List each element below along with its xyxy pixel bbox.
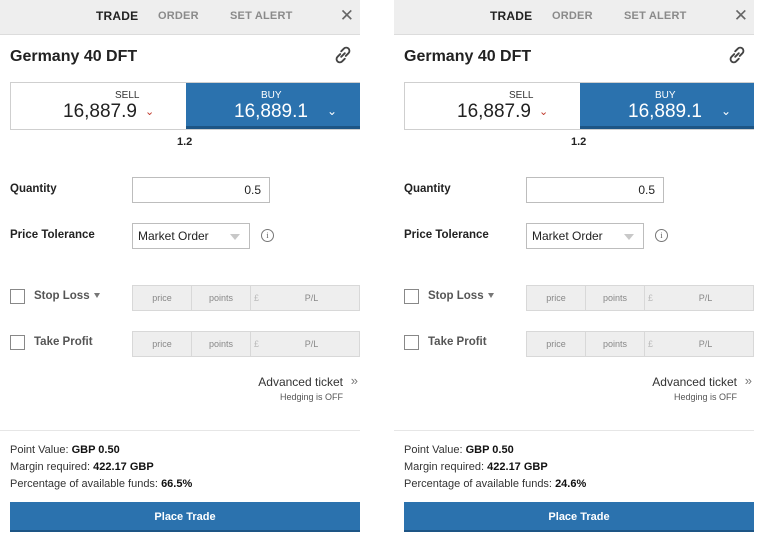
take-profit-price-input[interactable]: price <box>133 332 192 356</box>
stop-loss-label[interactable]: Stop Loss <box>428 290 494 302</box>
sell-label: SELL <box>115 90 140 101</box>
hedging-status: Hedging is OFF <box>279 392 343 402</box>
tab-bar: TRADE ORDER SET ALERT ✕ <box>394 0 754 35</box>
price-tolerance-select[interactable]: Market Order <box>132 223 250 249</box>
take-profit-pl-input[interactable]: P/L <box>264 332 359 356</box>
take-profit-checkbox[interactable] <box>10 335 25 350</box>
sell-button[interactable]: SELL 16,887.9 ⌄ <box>405 83 580 129</box>
caret-down-icon <box>624 234 634 240</box>
quantity-input[interactable]: 0.5 <box>526 177 664 203</box>
tab-bar: TRADE ORDER SET ALERT ✕ <box>0 0 360 35</box>
buy-label: BUY <box>655 90 676 101</box>
stop-loss-price-input[interactable]: price <box>527 286 586 310</box>
divider <box>394 430 754 431</box>
chevron-down-icon: ⌄ <box>721 104 732 118</box>
stop-loss-pl-input[interactable]: P/L <box>264 286 359 310</box>
sell-label: SELL <box>509 90 534 101</box>
currency-symbol: £ <box>648 339 654 349</box>
currency-symbol: £ <box>254 339 260 349</box>
point-value: Point Value: GBP 0.50 <box>10 444 120 456</box>
place-trade-button[interactable]: Place Trade <box>404 502 754 532</box>
quantity-input[interactable]: 0.5 <box>132 177 270 203</box>
take-profit-points-input[interactable]: points <box>586 332 645 356</box>
tab-order[interactable]: ORDER <box>158 10 199 22</box>
close-icon[interactable]: ✕ <box>734 6 748 26</box>
info-icon[interactable]: i <box>261 229 274 242</box>
stop-loss-points-input[interactable]: points <box>192 286 251 310</box>
stop-loss-price-input[interactable]: price <box>133 286 192 310</box>
price-tolerance-select[interactable]: Market Order <box>526 223 644 249</box>
spread-value: 1.2 <box>177 136 193 148</box>
take-profit-fields: price points £ P/L <box>132 331 360 357</box>
sell-button[interactable]: SELL 16,887.9 ⌄ <box>11 83 186 129</box>
tab-set-alert[interactable]: SET ALERT <box>624 10 687 22</box>
tab-set-alert[interactable]: SET ALERT <box>230 10 293 22</box>
take-profit-pl-input[interactable]: P/L <box>658 332 753 356</box>
quote-box: SELL 16,887.9 ⌄ BUY 16,889.1 ⌄ <box>404 82 754 130</box>
take-profit-price-input[interactable]: price <box>527 332 586 356</box>
price-tolerance-label: Price Tolerance <box>10 229 95 241</box>
stop-loss-checkbox[interactable] <box>404 289 419 304</box>
quote-box: SELL 16,887.9 ⌄ BUY 16,889.1 ⌄ <box>10 82 360 130</box>
instrument-title: Germany 40 DFT <box>404 48 532 65</box>
price-tolerance-value: Market Order <box>532 229 603 243</box>
price-tolerance-value: Market Order <box>138 229 209 243</box>
margin-required: Margin required: 422.17 GBP <box>10 461 154 473</box>
advanced-ticket-link[interactable]: Advanced ticket <box>258 375 343 389</box>
buy-button[interactable]: BUY 16,889.1 ⌄ <box>186 83 360 129</box>
caret-down-icon <box>230 234 240 240</box>
double-chevron-right-icon[interactable]: » <box>351 373 358 388</box>
stop-loss-points-input[interactable]: points <box>586 286 645 310</box>
price-tolerance-label: Price Tolerance <box>404 229 489 241</box>
stop-loss-label[interactable]: Stop Loss <box>34 290 100 302</box>
take-profit-checkbox[interactable] <box>404 335 419 350</box>
double-chevron-right-icon[interactable]: » <box>745 373 752 388</box>
deal-ticket-panel: TRADE ORDER SET ALERT ✕ Germany 40 DFT S… <box>0 0 360 542</box>
advanced-ticket-link[interactable]: Advanced ticket <box>652 375 737 389</box>
buy-price: 16,889.1 <box>234 101 308 122</box>
margin-required: Margin required: 422.17 GBP <box>404 461 548 473</box>
caret-down-icon <box>487 293 494 299</box>
tab-trade[interactable]: TRADE <box>490 9 532 23</box>
spread-value: 1.2 <box>571 136 587 148</box>
place-trade-button[interactable]: Place Trade <box>10 502 360 532</box>
currency-symbol: £ <box>254 293 260 303</box>
quantity-label: Quantity <box>404 183 451 195</box>
currency-symbol: £ <box>648 293 654 303</box>
buy-button[interactable]: BUY 16,889.1 ⌄ <box>580 83 754 129</box>
divider <box>0 430 360 431</box>
quantity-label: Quantity <box>10 183 57 195</box>
instrument-title: Germany 40 DFT <box>10 48 138 65</box>
take-profit-label[interactable]: Take Profit <box>428 336 487 348</box>
info-icon[interactable]: i <box>655 229 668 242</box>
sell-price: 16,887.9 <box>457 101 531 122</box>
stop-loss-checkbox[interactable] <box>10 289 25 304</box>
stop-loss-fields: price points £ P/L <box>526 285 754 311</box>
caret-down-icon <box>93 293 100 299</box>
chevron-down-icon: ⌄ <box>539 106 549 118</box>
stop-loss-pl-input[interactable]: P/L <box>658 286 753 310</box>
chevron-down-icon: ⌄ <box>145 106 155 118</box>
buy-price: 16,889.1 <box>628 101 702 122</box>
link-icon[interactable] <box>332 44 354 66</box>
hedging-status: Hedging is OFF <box>673 392 737 402</box>
take-profit-label[interactable]: Take Profit <box>34 336 93 348</box>
tab-trade[interactable]: TRADE <box>96 9 138 23</box>
stop-loss-fields: price points £ P/L <box>132 285 360 311</box>
point-value: Point Value: GBP 0.50 <box>404 444 514 456</box>
take-profit-points-input[interactable]: points <box>192 332 251 356</box>
chevron-down-icon: ⌄ <box>327 104 338 118</box>
available-funds-percentage: Percentage of available funds: 66.5% <box>10 478 193 490</box>
buy-label: BUY <box>261 90 282 101</box>
take-profit-fields: price points £ P/L <box>526 331 754 357</box>
close-icon[interactable]: ✕ <box>340 6 354 26</box>
available-funds-percentage: Percentage of available funds: 24.6% <box>404 478 587 490</box>
link-icon[interactable] <box>726 44 748 66</box>
sell-price: 16,887.9 <box>63 101 137 122</box>
tab-order[interactable]: ORDER <box>552 10 593 22</box>
deal-ticket-panel: TRADE ORDER SET ALERT ✕ Germany 40 DFT S… <box>394 0 754 542</box>
